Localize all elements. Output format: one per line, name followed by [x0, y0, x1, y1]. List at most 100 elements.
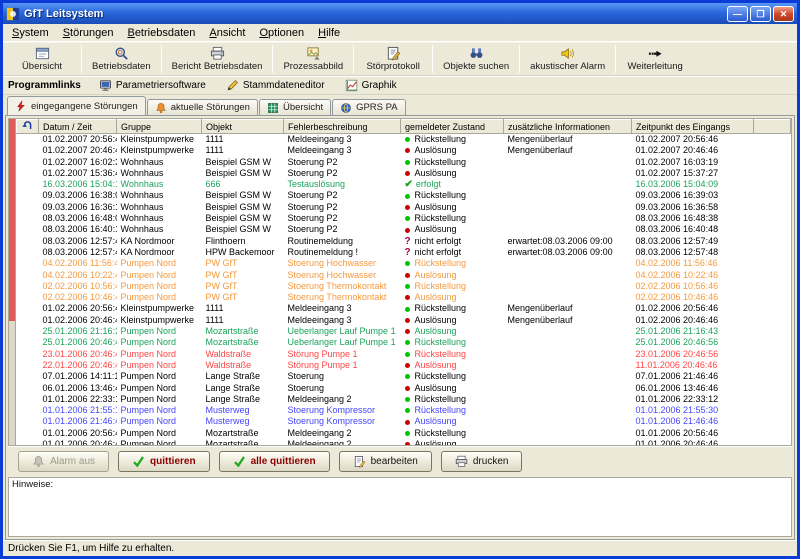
cell-gruppe: Pumpen Nord — [117, 292, 202, 303]
toolbar-separator — [81, 45, 82, 73]
menu-system[interactable]: System — [5, 26, 56, 40]
table-row[interactable]: 01.02.2007 15:36:42WohnhausBeispiel GSM … — [17, 168, 791, 179]
uebersicht-button[interactable]: Übersicht — [5, 45, 79, 73]
objekte-suchen-button[interactable]: Objekte suchen — [435, 45, 517, 73]
cell-fehlerbeschreibung: Meldeeingang 2 — [284, 439, 401, 446]
cell-gruppe: Pumpen Nord — [117, 270, 202, 281]
green-status-dot-icon — [405, 352, 410, 357]
close-button[interactable]: ✕ — [773, 6, 794, 22]
column-header[interactable]: zusätzliche Informationen — [504, 120, 632, 134]
table-row[interactable]: 01.02.2006 20:56:46Kleinstpumpwerke1111M… — [17, 303, 791, 314]
cell-filler — [754, 428, 791, 439]
cell-zusaetzliche-informationen — [504, 428, 632, 439]
alle-quittieren-button[interactable]: alle quittieren — [219, 451, 330, 472]
table-row[interactable]: 08.03.2006 16:48:04WohnhausBeispiel GSM … — [17, 213, 791, 224]
graphik-button[interactable]: Graphik — [337, 79, 405, 92]
tab-eingegangene-st-rungen[interactable]: eingegangene Störungen — [7, 96, 146, 115]
cell-objekt: 1111 — [202, 303, 284, 314]
stoerprotokoll-button[interactable]: Störprotokoll — [356, 45, 430, 73]
green-status-dot-icon — [405, 137, 410, 142]
sort-header-cell[interactable] — [17, 120, 39, 134]
table-row[interactable]: 01.02.2007 20:46:46Kleinstpumpwerke1111M… — [17, 145, 791, 156]
table-row[interactable]: 09.03.2006 16:38:02WohnhausBeispiel GSM … — [17, 190, 791, 201]
table-row[interactable]: 08.03.2006 12:57:49KA NordmoorFlinthoern… — [17, 236, 791, 247]
table-row[interactable]: 01.01.2006 22:33:11Pumpen NordLange Stra… — [17, 394, 791, 405]
table-row[interactable]: 01.02.2006 20:46:46Kleinstpumpwerke1111M… — [17, 315, 791, 326]
table-row[interactable]: 07.01.2006 14:11:12Pumpen NordLange Stra… — [17, 371, 791, 382]
title-bar: GfT Leitsystem — ❐ ✕ — [3, 3, 797, 24]
table-row[interactable]: 01.02.2007 20:56:46Kleinstpumpwerke1111M… — [17, 134, 791, 146]
column-header[interactable]: Zeitpunkt des Eingangs — [632, 120, 754, 134]
cell-fehlerbeschreibung: Meldeeingang 3 — [284, 134, 401, 146]
table-row[interactable]: 02.02.2006 10:46:46Pumpen NordPW GfTStoe… — [17, 292, 791, 303]
cell-zusaetzliche-informationen: Mengenüberlauf — [504, 315, 632, 326]
table-row[interactable]: 25.01.2006 21:16:33Pumpen NordMozartstra… — [17, 326, 791, 337]
app-window: GfT Leitsystem — ❐ ✕ SystemStörungenBetr… — [0, 0, 800, 559]
bericht-betriebsdaten-button[interactable]: Bericht Betriebsdaten — [164, 45, 271, 73]
table-row[interactable]: 01.01.2006 20:46:46Pumpen NordMozartstra… — [17, 439, 791, 446]
bearbeiten-button[interactable]: bearbeiten — [339, 451, 432, 472]
stammdateneditor-button[interactable]: Stammdateneditor — [218, 79, 333, 92]
table-row[interactable]: 04.02.2006 10:22:46Pumpen NordPW GfTStoe… — [17, 270, 791, 281]
table-row[interactable]: 04.02.2006 11:56:46Pumpen NordPW GfTStoe… — [17, 258, 791, 269]
column-header[interactable]: Gruppe — [117, 120, 202, 134]
cell-gemeldeter-zustand: ?nicht erfolgt — [401, 236, 504, 247]
menu-ansicht[interactable]: Ansicht — [202, 26, 252, 40]
main-toolbar: ÜbersichtBetriebsdatenBericht Betriebsda… — [3, 42, 797, 76]
row-indent-cell — [17, 258, 39, 269]
cell-fehlerbeschreibung: Störung Pumpe 1 — [284, 349, 401, 360]
column-header[interactable]: Datum / Zeit — [39, 120, 117, 134]
cell-gemeldeter-zustand: Auslösung — [401, 360, 504, 371]
table-row[interactable]: 08.03.2006 16:40:15WohnhausBeispiel GSM … — [17, 224, 791, 235]
bericht-betriebsdaten-icon — [210, 46, 225, 61]
table-row[interactable]: 02.02.2006 10:56:46Pumpen NordPW GfTStoe… — [17, 281, 791, 292]
menu-optionen[interactable]: Optionen — [252, 26, 311, 40]
tab-aktuelle-st-rungen[interactable]: aktuelle Störungen — [147, 99, 258, 115]
hinweise-textarea[interactable]: Hinweise: — [8, 477, 792, 537]
prozessabbild-button[interactable]: Prozessabbild — [275, 45, 351, 73]
red-status-dot-icon — [405, 318, 410, 323]
table-row[interactable]: 06.01.2006 13:46:46Pumpen NordLange Stra… — [17, 383, 791, 394]
table-row[interactable]: 23.01.2006 20:46:46Pumpen NordWaldstraße… — [17, 349, 791, 360]
akustischer-alarm-button[interactable]: akustischer Alarm — [522, 45, 613, 73]
column-header[interactable]: Objekt — [202, 120, 284, 134]
weiterleitung-button[interactable]: Weiterleitung — [618, 45, 692, 73]
globe-icon — [340, 102, 352, 114]
table-row[interactable]: 16.03.2006 15:04:19Wohnhaus666Testauslös… — [17, 179, 791, 190]
menu-hilfe[interactable]: Hilfe — [311, 26, 347, 40]
cell-filler — [754, 168, 791, 179]
cell-objekt: Lange Straße — [202, 383, 284, 394]
grid-green-icon — [267, 102, 279, 114]
alle-quittieren-label: alle quittieren — [251, 456, 316, 467]
table-row[interactable]: 01.01.2006 21:55:11Pumpen NordMusterwegS… — [17, 405, 791, 416]
menu-betriebsdaten[interactable]: Betriebsdaten — [120, 26, 202, 40]
green-status-dot-icon — [405, 160, 410, 165]
table-row[interactable]: 01.02.2007 16:02:32WohnhausBeispiel GSM … — [17, 157, 791, 168]
quittieren-button[interactable]: quittieren — [118, 451, 210, 472]
column-header[interactable]: gemeldeter Zustand — [401, 120, 504, 134]
cell-gruppe: KA Nordmoor — [117, 236, 202, 247]
app-logo-icon — [6, 7, 20, 21]
column-header[interactable]: Fehlerbeschreibung — [284, 120, 401, 134]
parametriersoftware-button[interactable]: Parametriersoftware — [91, 79, 214, 92]
cell-fehlerbeschreibung: Stoerung Kompressor — [284, 416, 401, 427]
tab--bersicht[interactable]: Übersicht — [259, 99, 331, 115]
programlink-label: Stammdateneditor — [243, 80, 325, 91]
cell-gemeldeter-zustand: Auslösung — [401, 315, 504, 326]
table-row[interactable]: 01.01.2006 20:56:46Pumpen NordMozartstra… — [17, 428, 791, 439]
cell-gemeldeter-zustand: Auslösung — [401, 383, 504, 394]
cell-filler — [754, 190, 791, 201]
tab-gprs-pa[interactable]: GPRS PA — [332, 99, 406, 115]
drucken-button[interactable]: drucken — [441, 451, 523, 472]
table-row[interactable]: 22.01.2006 20:46:46Pumpen NordWaldstraße… — [17, 360, 791, 371]
cell-objekt: 666 — [202, 179, 284, 190]
alarm-aus-button[interactable]: Alarm aus — [18, 451, 109, 472]
table-row[interactable]: 01.01.2006 21:46:46Pumpen NordMusterwegS… — [17, 416, 791, 427]
menu-strungen[interactable]: Störungen — [56, 26, 121, 40]
minimize-button[interactable]: — — [727, 6, 748, 22]
table-row[interactable]: 25.01.2006 20:46:46Pumpen NordMozartstra… — [17, 337, 791, 348]
betriebsdaten-button[interactable]: Betriebsdaten — [84, 45, 159, 73]
table-row[interactable]: 09.03.2006 16:36:19WohnhausBeispiel GSM … — [17, 202, 791, 213]
maximize-button[interactable]: ❐ — [750, 6, 771, 22]
table-row[interactable]: 08.03.2006 12:57:48KA NordmoorHPW Backem… — [17, 247, 791, 258]
